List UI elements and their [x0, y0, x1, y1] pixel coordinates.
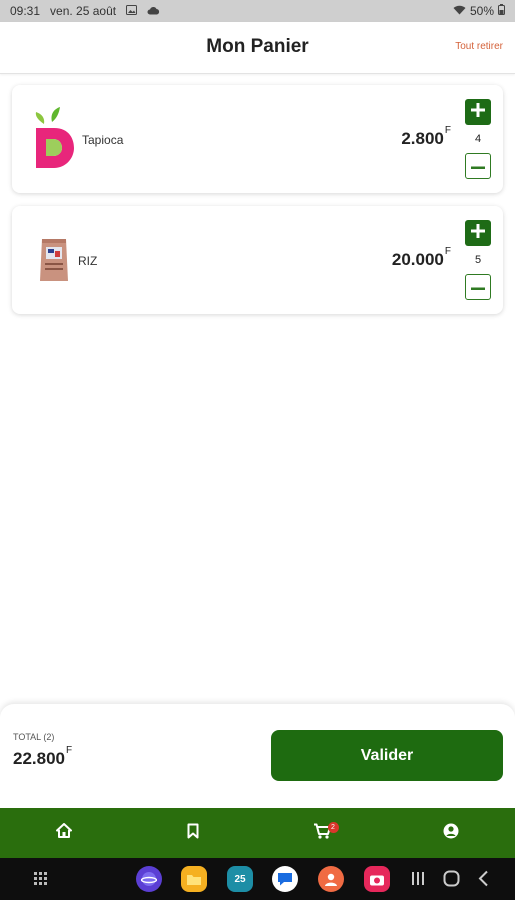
- minus-icon: [471, 157, 485, 175]
- rice-bag-image: [24, 226, 84, 294]
- item-price: 20.000F: [391, 246, 451, 269]
- page-title: Mon Panier: [206, 36, 309, 57]
- item-name: RIZ: [78, 254, 98, 268]
- contacts-app-icon[interactable]: [318, 866, 344, 892]
- cart-list: Tapioca 2.800F 4 RIZ 20.000F 5: [12, 85, 503, 327]
- validate-button[interactable]: Valider: [271, 730, 503, 781]
- gallery-icon: [126, 4, 138, 18]
- decrease-quantity-button[interactable]: [465, 153, 491, 179]
- cart-badge: 2: [327, 822, 339, 833]
- account-icon: [443, 823, 459, 844]
- increase-quantity-button[interactable]: [465, 99, 491, 125]
- page-header: Mon Panier Tout retirer: [0, 22, 515, 74]
- status-date: ven. 25 août: [50, 4, 117, 18]
- minus-icon: [471, 278, 485, 296]
- quantity-value: 4: [474, 133, 482, 145]
- back-nav-icon[interactable]: [478, 870, 489, 892]
- cart-item: Tapioca 2.800F 4: [12, 85, 503, 193]
- tab-home[interactable]: [0, 808, 129, 858]
- tapioca-brand-logo: [24, 105, 84, 173]
- internet-app-icon[interactable]: [136, 866, 162, 892]
- home-nav-icon[interactable]: [443, 870, 460, 892]
- system-navigation-bar: 25: [0, 858, 515, 900]
- increase-quantity-button[interactable]: [465, 220, 491, 246]
- camera-app-icon[interactable]: [364, 866, 390, 892]
- battery-percent: 50%: [469, 4, 494, 18]
- clear-all-button[interactable]: Tout retirer: [455, 41, 503, 52]
- files-app-icon[interactable]: [181, 866, 207, 892]
- status-bar: 09:31 ven. 25 août 50%: [0, 0, 515, 22]
- app-drawer-icon[interactable]: [34, 872, 47, 890]
- home-icon: [56, 823, 73, 843]
- cloud-icon: [147, 4, 160, 18]
- bottom-tab-bar: 2: [0, 808, 515, 858]
- tab-cart[interactable]: 2: [258, 808, 387, 858]
- total-label: TOTAL (2): [13, 732, 55, 742]
- wifi-icon: [453, 4, 466, 18]
- plus-icon: [471, 223, 485, 243]
- messages-app-icon[interactable]: [272, 866, 298, 892]
- item-name: Tapioca: [82, 133, 124, 147]
- decrease-quantity-button[interactable]: [465, 274, 491, 300]
- cart-item: RIZ 20.000F 5: [12, 206, 503, 314]
- calendar-app-icon[interactable]: 25: [227, 866, 253, 892]
- quantity-value: 5: [474, 254, 482, 266]
- tab-account[interactable]: [386, 808, 515, 858]
- recent-apps-icon[interactable]: [411, 871, 425, 891]
- status-time: 09:31: [10, 4, 41, 18]
- plus-icon: [471, 102, 485, 122]
- tab-saved[interactable]: [129, 808, 258, 858]
- item-price: 2.800F: [401, 125, 451, 148]
- cart-summary: TOTAL (2) 22.800F Valider: [0, 704, 515, 808]
- calendar-day: 25: [234, 873, 246, 885]
- total-value: 22.800F: [13, 745, 73, 768]
- bookmark-icon: [187, 823, 199, 844]
- battery-icon: [498, 4, 505, 18]
